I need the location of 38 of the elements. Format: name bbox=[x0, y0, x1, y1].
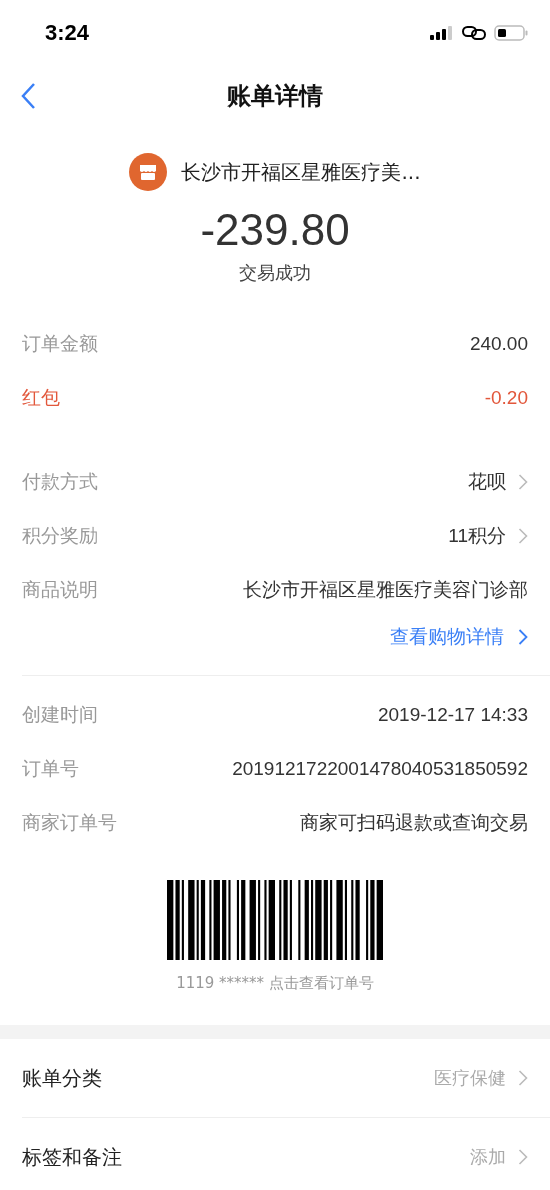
field-label: 订单金额 bbox=[22, 331, 98, 357]
field-value: 长沙市开福区星雅医疗美容门诊部 bbox=[243, 578, 528, 603]
field-label: 商家订单号 bbox=[22, 810, 117, 836]
status-time: 3:24 bbox=[45, 20, 90, 46]
signal-icon bbox=[430, 26, 454, 40]
field-value: 2019-12-17 14:33 bbox=[378, 704, 528, 727]
field-label: 标签和备注 bbox=[22, 1143, 122, 1171]
field-label: 商品说明 bbox=[22, 577, 98, 603]
field-value[interactable]: 添加 bbox=[470, 1145, 506, 1170]
chevron-icon[interactable] bbox=[518, 527, 528, 546]
chevron-icon[interactable] bbox=[518, 473, 528, 492]
field-label: 红包 bbox=[22, 385, 60, 411]
field-label: 账单分类 bbox=[22, 1064, 102, 1092]
chevron-icon[interactable] bbox=[518, 1069, 528, 1088]
field-value: -0.20 bbox=[484, 387, 528, 410]
chevron-icon[interactable] bbox=[518, 1148, 528, 1167]
barcode-caption[interactable]: 1119 ****** 点击查看订单号 bbox=[176, 974, 374, 994]
field-label: 积分奖励 bbox=[22, 523, 98, 549]
barcode-drawing[interactable] bbox=[167, 880, 383, 961]
shopping-details-link[interactable]: 查看购物详情 bbox=[390, 624, 528, 651]
field-value: 花呗 bbox=[468, 470, 506, 495]
shop-icon bbox=[129, 153, 168, 191]
field-label: 创建时间 bbox=[22, 702, 98, 728]
amount: -239.80 bbox=[200, 206, 350, 255]
page-title: 账单详情 bbox=[227, 81, 323, 112]
back-button[interactable] bbox=[20, 82, 36, 110]
link-icon bbox=[462, 25, 486, 41]
merchant-name: 长沙市开福区星雅医疗美... bbox=[181, 158, 421, 186]
battery-icon bbox=[494, 25, 528, 41]
transaction-status: 交易成功 bbox=[239, 261, 311, 286]
field-label: 订单号 bbox=[22, 756, 79, 782]
field-label: 付款方式 bbox=[22, 469, 98, 495]
field-value: 240.00 bbox=[469, 333, 528, 356]
field-value: 2019121722001478040531850592 bbox=[232, 758, 528, 781]
field-value: 11积分 bbox=[448, 524, 506, 549]
chevron-icon[interactable] bbox=[518, 628, 528, 647]
field-value[interactable]: 医疗保健 bbox=[434, 1066, 506, 1091]
field-value: 商家可扫码退款或查询交易 bbox=[300, 811, 528, 836]
